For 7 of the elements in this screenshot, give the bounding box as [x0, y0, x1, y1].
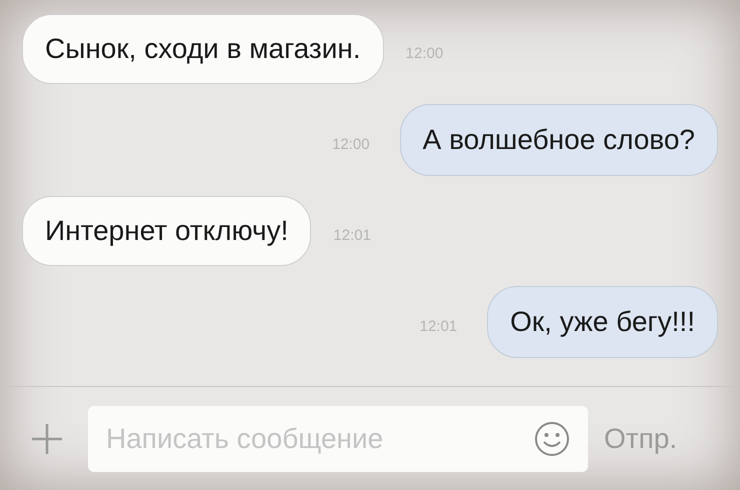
- message-bubble: Ок, уже бегу!!!: [487, 286, 718, 358]
- message-bubble: Интернет отключу!: [22, 196, 312, 266]
- message-bubble: А волшебное слово?: [400, 104, 718, 176]
- send-button[interactable]: Отпр.: [604, 418, 678, 460]
- smiley-icon[interactable]: [534, 420, 570, 456]
- message-bubble: Сынок, сходи в магазин.: [22, 14, 384, 84]
- add-icon[interactable]: [30, 422, 64, 456]
